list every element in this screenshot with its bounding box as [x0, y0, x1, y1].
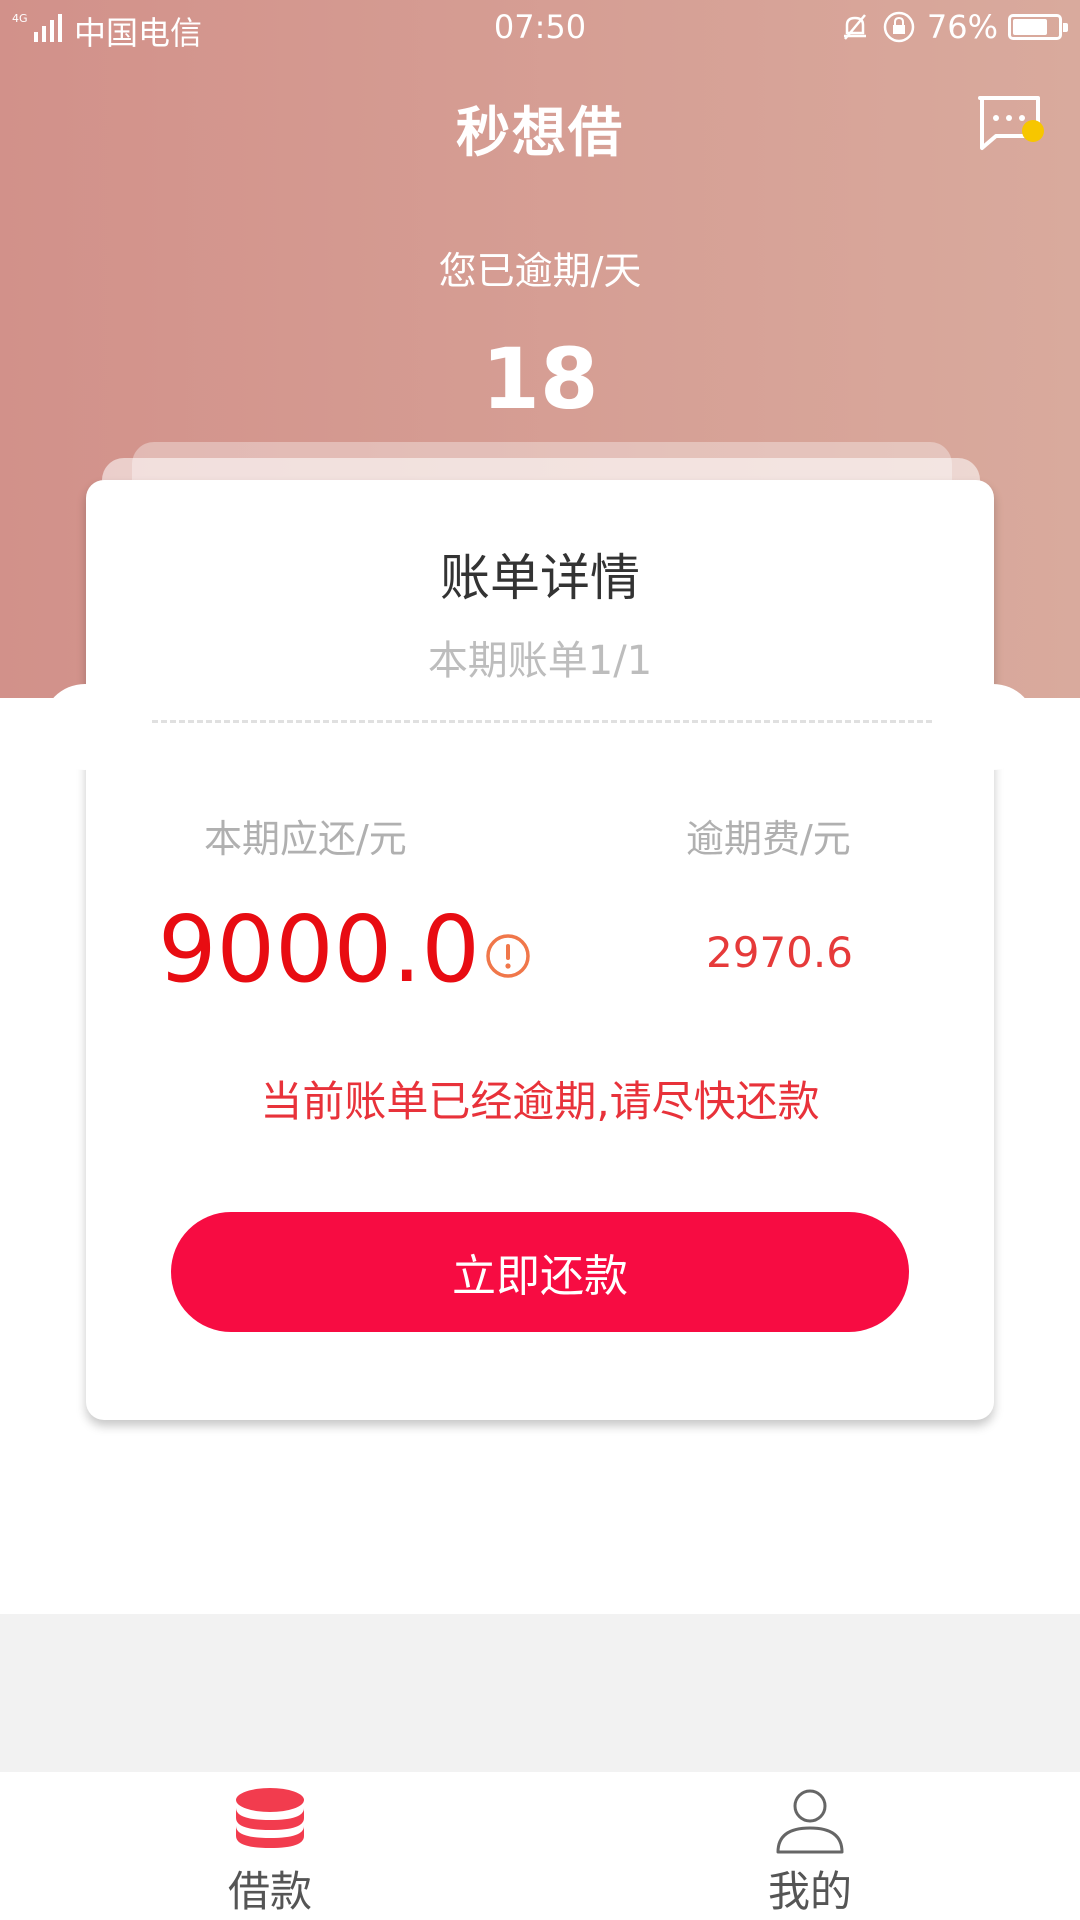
due-label: 本期应还/元	[204, 817, 407, 861]
bill-period: 本期账单1/1	[427, 638, 653, 684]
fee-label: 逾期费/元	[686, 817, 851, 861]
tab-loan[interactable]: 借款	[0, 1772, 540, 1920]
rotation-lock-icon	[883, 11, 915, 43]
app-title: 秒想借	[456, 101, 624, 164]
due-amount: 9000.0	[158, 896, 480, 1003]
tab-me[interactable]: 我的	[540, 1772, 1080, 1920]
tab-loan-label: 借款	[227, 1867, 312, 1916]
card-title: 账单详情	[440, 549, 640, 607]
coins-stack-icon	[236, 1788, 304, 1848]
status-bar: 4G 中国电信 07:50 76%	[0, 0, 1080, 56]
ticket-notch-left	[42, 684, 128, 770]
battery-percent: 76%	[926, 8, 998, 46]
person-icon	[776, 1789, 844, 1854]
fee-amount: 2970.6	[706, 928, 853, 977]
overdue-days: 18	[481, 330, 599, 428]
battery-icon	[1008, 14, 1068, 40]
tab-bar: 借款 我的	[0, 1772, 1080, 1920]
notification-dot	[1022, 120, 1044, 142]
repay-now-button[interactable]: 立即还款	[171, 1212, 909, 1332]
page-footer-area	[0, 1614, 1080, 1772]
overdue-notice: 当前账单已经逾期,请尽快还款	[260, 1077, 820, 1126]
ticket-notch-right	[950, 684, 1036, 770]
bell-muted-icon	[843, 14, 866, 40]
overdue-label: 您已逾期/天	[438, 249, 642, 293]
ticket-divider	[152, 720, 932, 723]
bill-card: 账单详情 本期账单1/1 本期应还/元 逾期费/元 9000.0 2970.6 …	[86, 480, 994, 1420]
warning-icon[interactable]	[484, 932, 532, 980]
tab-me-label: 我的	[767, 1867, 852, 1916]
